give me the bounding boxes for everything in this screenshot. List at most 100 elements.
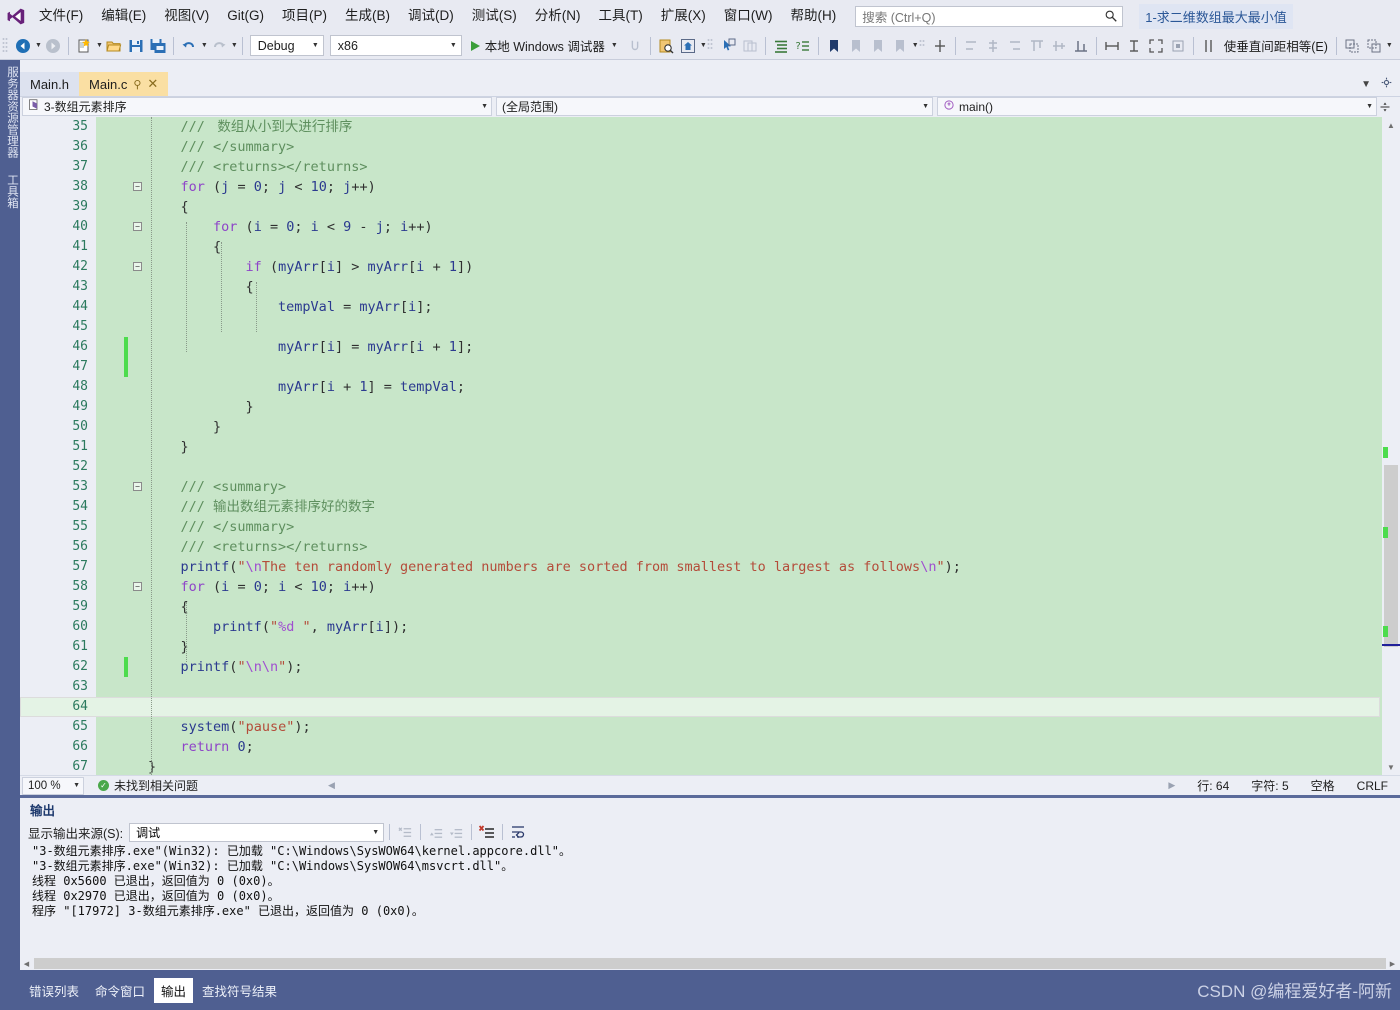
redo-dropdown-icon[interactable]: ▼ bbox=[231, 42, 238, 49]
align-bottoms-icon[interactable] bbox=[1070, 35, 1092, 57]
make-same-width-icon[interactable] bbox=[1101, 35, 1123, 57]
navbar-scope-combo[interactable]: (全局范围) ▼ bbox=[496, 97, 933, 116]
active-project-chip[interactable]: 1-求二维数组最大最小值 bbox=[1139, 3, 1293, 29]
menu-view[interactable]: 视图(V) bbox=[155, 3, 218, 29]
bottom-tab-find-symbol-results[interactable]: 查找符号结果 bbox=[195, 978, 284, 1003]
code-line[interactable]: 66 return 0; bbox=[20, 737, 1380, 757]
tab-list-chevron-icon[interactable]: ▼ bbox=[1361, 79, 1371, 90]
code-line[interactable]: 64 bbox=[20, 697, 1380, 717]
code-line[interactable]: 40 − for (i = 0; i < 9 - j; i++) bbox=[20, 217, 1380, 237]
code-line[interactable]: 57 printf("\nThe ten randomly generated … bbox=[20, 557, 1380, 577]
fold-toggle-icon[interactable]: − bbox=[133, 262, 142, 271]
code-line[interactable]: 42 − if (myArr[i] > myArr[i + 1]) bbox=[20, 257, 1380, 277]
scrollbar-thumb[interactable] bbox=[34, 958, 1386, 969]
fold-toggle-icon[interactable]: − bbox=[133, 482, 142, 491]
equal-vertical-spacing-icon[interactable] bbox=[1198, 35, 1220, 57]
line-ending-label[interactable]: CRLF bbox=[1357, 779, 1388, 793]
go-to-next-icon[interactable] bbox=[446, 822, 466, 842]
align-rights-icon[interactable] bbox=[1004, 35, 1026, 57]
code-line[interactable]: 47 bbox=[20, 357, 1380, 377]
menu-tools[interactable]: 工具(T) bbox=[590, 3, 652, 29]
send-to-back-icon[interactable] bbox=[1363, 35, 1385, 57]
undo-icon[interactable] bbox=[178, 35, 200, 57]
code-line[interactable]: 59 { bbox=[20, 597, 1380, 617]
toolbar-grip[interactable] bbox=[2, 37, 12, 55]
scroll-right-arrow-icon[interactable]: ▶ bbox=[1168, 780, 1175, 791]
fold-toggle-icon[interactable]: − bbox=[133, 582, 142, 591]
bookmark-icon[interactable] bbox=[823, 35, 845, 57]
code-line[interactable]: 52 bbox=[20, 457, 1380, 477]
open-folder-icon[interactable] bbox=[103, 35, 125, 57]
clear-all-icon[interactable] bbox=[395, 822, 415, 842]
code-line[interactable]: 54 /// 输出数组元素排序好的数字 bbox=[20, 497, 1380, 517]
toggle-word-wrap-icon[interactable] bbox=[508, 822, 528, 842]
scroll-down-arrow-icon[interactable]: ▼ bbox=[1382, 759, 1400, 775]
menu-file[interactable]: 文件(F) bbox=[30, 3, 92, 29]
code-line[interactable]: 60 printf("%d ", myArr[i]); bbox=[20, 617, 1380, 637]
navigate-back-dropdown-icon[interactable]: ▼ bbox=[35, 42, 42, 49]
make-same-height-icon[interactable] bbox=[1123, 35, 1145, 57]
output-text-area[interactable]: "3-数组元素排序.exe"(Win32): 已加载 "C:\Windows\S… bbox=[20, 844, 1400, 970]
code-line[interactable]: 38 − for (j = 0; j < 10; j++) bbox=[20, 177, 1380, 197]
format-list-icon[interactable] bbox=[770, 35, 792, 57]
code-line[interactable]: 36 /// </summary> bbox=[20, 137, 1380, 157]
code-line[interactable]: 43 { bbox=[20, 277, 1380, 297]
menu-help[interactable]: 帮助(H) bbox=[781, 3, 845, 29]
solution-platform-combo[interactable]: x86 ▼ bbox=[329, 35, 462, 56]
align-middle-icon[interactable] bbox=[929, 35, 951, 57]
code-line[interactable]: 67} bbox=[20, 757, 1380, 775]
attach-process-icon[interactable] bbox=[624, 35, 646, 57]
code-line[interactable]: 51 } bbox=[20, 437, 1380, 457]
code-line[interactable]: 37 /// <returns></returns> bbox=[20, 157, 1380, 177]
toolbar-overflow-icon[interactable]: ▼ bbox=[1386, 42, 1393, 49]
code-line[interactable]: 62 printf("\n\n"); bbox=[20, 657, 1380, 677]
navbar-project-combo[interactable]: 3-数组元素排序 ▼ bbox=[22, 97, 492, 116]
bottom-tab-error-list[interactable]: 错误列表 bbox=[22, 978, 86, 1003]
chevron-down-icon[interactable]: ▼ bbox=[912, 42, 919, 49]
code-line[interactable]: 49 } bbox=[20, 397, 1380, 417]
code-line[interactable]: 63 bbox=[20, 677, 1380, 697]
navigate-back-icon[interactable] bbox=[12, 35, 34, 57]
menu-debug[interactable]: 调试(D) bbox=[399, 3, 463, 29]
help-list-icon[interactable]: ? bbox=[792, 35, 814, 57]
code-line[interactable]: 45 bbox=[20, 317, 1380, 337]
code-line[interactable]: 56 /// <returns></returns> bbox=[20, 537, 1380, 557]
code-line[interactable]: 58 − for (i = 0; i < 10; i++) bbox=[20, 577, 1380, 597]
size-to-grid-icon[interactable] bbox=[1167, 35, 1189, 57]
code-line[interactable]: 44 tempVal = myArr[i]; bbox=[20, 297, 1380, 317]
navbar-member-combo[interactable]: main() ▼ bbox=[937, 97, 1377, 116]
align-centers-icon[interactable] bbox=[982, 35, 1004, 57]
menu-project[interactable]: 项目(P) bbox=[273, 3, 336, 29]
split-editor-icon[interactable] bbox=[1377, 101, 1393, 113]
sidebar-tab-toolbox[interactable]: 工具箱 bbox=[0, 168, 20, 215]
toolbar-grip-2[interactable] bbox=[707, 37, 717, 55]
code-editor-surface[interactable]: 35 /// 数组从小到大进行排序 36 /// </summary> 37 ///… bbox=[20, 117, 1400, 775]
code-line[interactable]: 46 myArr[i] = myArr[i + 1]; bbox=[20, 337, 1380, 357]
bring-to-front-icon[interactable] bbox=[1341, 35, 1363, 57]
scroll-right-arrow-icon[interactable]: ▶ bbox=[1386, 957, 1399, 970]
code-line[interactable]: 65 system("pause"); bbox=[20, 717, 1380, 737]
solution-configuration-combo[interactable]: Debug ▼ bbox=[249, 35, 324, 56]
code-line[interactable]: 41 { bbox=[20, 237, 1380, 257]
document-tab-main-h[interactable]: Main.h bbox=[20, 72, 80, 96]
bottom-tab-output[interactable]: 输出 bbox=[154, 977, 194, 1003]
redo-icon[interactable] bbox=[208, 35, 230, 57]
tab-order-icon[interactable] bbox=[739, 35, 761, 57]
menu-extensions[interactable]: 扩展(X) bbox=[652, 3, 715, 29]
menu-window[interactable]: 窗口(W) bbox=[715, 3, 782, 29]
scroll-left-arrow-icon[interactable]: ◀ bbox=[20, 957, 33, 970]
code-line[interactable]: 39 { bbox=[20, 197, 1380, 217]
menu-test[interactable]: 测试(S) bbox=[463, 3, 526, 29]
close-icon[interactable]: ✕ bbox=[147, 76, 158, 92]
align-lefts-icon[interactable] bbox=[960, 35, 982, 57]
scroll-left-arrow-icon[interactable]: ◀ bbox=[328, 780, 335, 791]
size-to-fit-icon[interactable] bbox=[1145, 35, 1167, 57]
output-source-combo[interactable]: 调试 ▼ bbox=[129, 822, 385, 842]
go-to-previous-icon[interactable] bbox=[426, 822, 446, 842]
code-line[interactable]: 55 /// </summary> bbox=[20, 517, 1380, 537]
align-middles-icon[interactable] bbox=[1048, 35, 1070, 57]
code-line[interactable]: 50 } bbox=[20, 417, 1380, 437]
chevron-down-icon[interactable]: ▼ bbox=[611, 42, 618, 49]
menu-analyze[interactable]: 分析(N) bbox=[526, 3, 590, 29]
chevron-down-icon[interactable]: ▼ bbox=[700, 42, 707, 49]
